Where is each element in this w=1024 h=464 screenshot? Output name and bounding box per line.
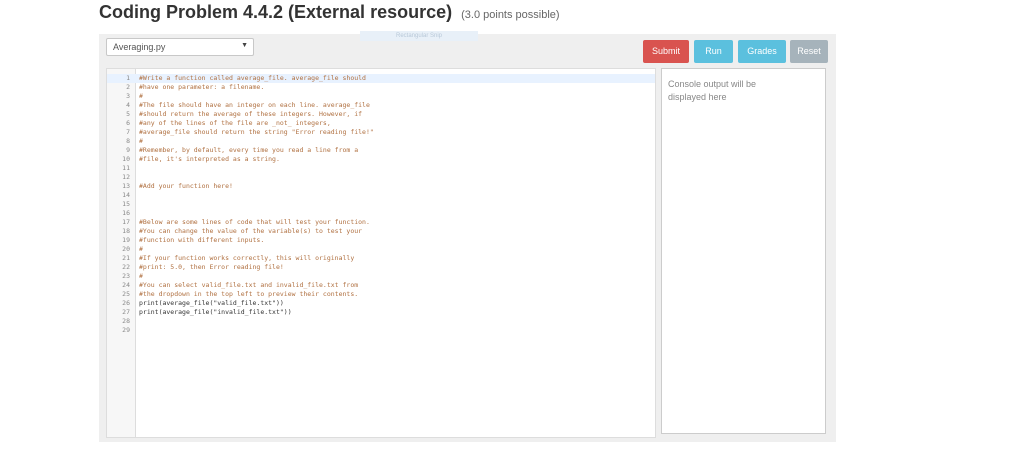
code-text: #Below are some lines of code that will …: [139, 218, 370, 226]
code-line[interactable]: 15: [107, 200, 655, 209]
code-text: #You can select valid_file.txt and inval…: [139, 281, 359, 289]
code-text: #any of the lines of the file are _not_ …: [139, 119, 331, 127]
console-placeholder: Console output will be displayed here: [668, 79, 757, 102]
code-line[interactable]: 3 #: [107, 92, 655, 101]
code-line[interactable]: 4 #The file should have an integer on eac…: [107, 101, 655, 110]
code-text: #average_file should return the string "…: [139, 128, 374, 136]
code-text: #: [139, 245, 143, 253]
line-number: 21: [122, 254, 130, 262]
code-line[interactable]: 19 #function with different inputs.: [107, 236, 655, 245]
code-text: #The file should have an integer on each…: [139, 101, 370, 109]
code-text: print(average_file("invalid_file.txt")): [139, 308, 292, 316]
line-number: 24: [122, 281, 130, 289]
code-text: #: [139, 92, 143, 100]
line-number: 28: [122, 317, 130, 325]
line-number: 12: [122, 173, 130, 181]
line-number: 2: [126, 83, 130, 91]
line-number: 7: [126, 128, 130, 136]
line-number: 29: [122, 326, 130, 334]
code-text: #have one parameter: a filename.: [139, 83, 265, 91]
line-number: 20: [122, 245, 130, 253]
code-line[interactable]: 16: [107, 209, 655, 218]
code-line[interactable]: 7 #average_file should return the string …: [107, 128, 655, 137]
code-line[interactable]: 24 #You can select valid_file.txt and inv…: [107, 281, 655, 290]
code-line[interactable]: 6 #any of the lines of the file are _not_…: [107, 119, 655, 128]
code-text: print(average_file("valid_file.txt")): [139, 299, 284, 307]
code-line[interactable]: 13 #Add your function here!: [107, 182, 655, 191]
line-number: 18: [122, 227, 130, 235]
submit-button[interactable]: Submit: [643, 40, 689, 63]
line-number: 9: [126, 146, 130, 154]
code-text: #print: 5.0, then Error reading file!: [139, 263, 284, 271]
line-number: 1: [126, 74, 130, 82]
code-line[interactable]: 11: [107, 164, 655, 173]
line-number: 15: [122, 200, 130, 208]
code-text: #function with different inputs.: [139, 236, 265, 244]
caret-down-icon: ▼: [241, 42, 248, 49]
reset-button[interactable]: Reset: [790, 40, 828, 63]
line-number: 22: [122, 263, 130, 271]
line-number: 19: [122, 236, 130, 244]
console-output: Console output will be displayed here: [661, 68, 826, 434]
line-number: 13: [122, 182, 130, 190]
problem-title: Coding Problem 4.4.2 (External resource)…: [99, 2, 560, 23]
code-line[interactable]: 23 #: [107, 272, 655, 281]
line-number: 16: [122, 209, 130, 217]
code-text: #Add your function here!: [139, 182, 233, 190]
code-line[interactable]: 25 #the dropdown in the top left to previ…: [107, 290, 655, 299]
code-text: #Remember, by default, every time you re…: [139, 146, 359, 154]
line-number: 14: [122, 191, 130, 199]
grades-button[interactable]: Grades: [738, 40, 786, 63]
line-number: 10: [122, 155, 130, 163]
points-possible: (3.0 points possible): [461, 9, 560, 21]
line-number: 3: [126, 92, 130, 100]
line-number: 4: [126, 101, 130, 109]
code-text: #You can change the value of the variabl…: [139, 227, 363, 235]
file-select-value: Averaging.py: [113, 42, 166, 52]
line-number: 27: [122, 308, 130, 316]
run-button[interactable]: Run: [694, 40, 733, 63]
code-text: #the dropdown in the top left to preview…: [139, 290, 359, 298]
code-line[interactable]: 29: [107, 326, 655, 335]
line-number: 23: [122, 272, 130, 280]
code-line[interactable]: 12: [107, 173, 655, 182]
code-line[interactable]: 5 #should return the average of these int…: [107, 110, 655, 119]
code-line[interactable]: 17 #Below are some lines of code that wil…: [107, 218, 655, 227]
code-text: #should return the average of these inte…: [139, 110, 363, 118]
line-number: 5: [126, 110, 130, 118]
code-line[interactable]: 20 #: [107, 245, 655, 254]
code-line[interactable]: 22 #print: 5.0, then Error reading file!: [107, 263, 655, 272]
line-number: 25: [122, 290, 130, 298]
file-select[interactable]: Averaging.py ▼: [106, 38, 254, 56]
code-line[interactable]: 10 #file, it's interpreted as a string.: [107, 155, 655, 164]
code-line[interactable]: 27 print(average_file("invalid_file.txt")…: [107, 308, 655, 317]
code-text: #: [139, 272, 143, 280]
code-line[interactable]: 26 print(average_file("valid_file.txt")): [107, 299, 655, 308]
code-text: #Write a function called average_file. a…: [139, 74, 366, 82]
code-line[interactable]: 18 #You can change the value of the varia…: [107, 227, 655, 236]
code-line[interactable]: 8 #: [107, 137, 655, 146]
code-line[interactable]: 1 #Write a function called average_file. …: [107, 74, 655, 83]
code-line[interactable]: 21 #If your function works correctly, thi…: [107, 254, 655, 263]
line-number: 26: [122, 299, 130, 307]
snip-overlay-label: Rectangular Snip: [360, 31, 478, 41]
problem-title-text: Coding Problem 4.4.2 (External resource): [99, 2, 453, 22]
code-text: #If your function works correctly, this …: [139, 254, 355, 262]
code-line[interactable]: 28: [107, 317, 655, 326]
line-number: 11: [122, 164, 130, 172]
code-text: #: [139, 137, 143, 145]
line-number: 8: [126, 137, 130, 145]
line-number: 6: [126, 119, 130, 127]
line-number: 17: [122, 218, 130, 226]
code-line[interactable]: 14: [107, 191, 655, 200]
code-line[interactable]: 2 #have one parameter: a filename.: [107, 83, 655, 92]
code-editor[interactable]: 1 #Write a function called average_file. …: [106, 68, 656, 438]
code-line[interactable]: 9 #Remember, by default, every time you r…: [107, 146, 655, 155]
code-text: #file, it's interpreted as a string.: [139, 155, 280, 163]
